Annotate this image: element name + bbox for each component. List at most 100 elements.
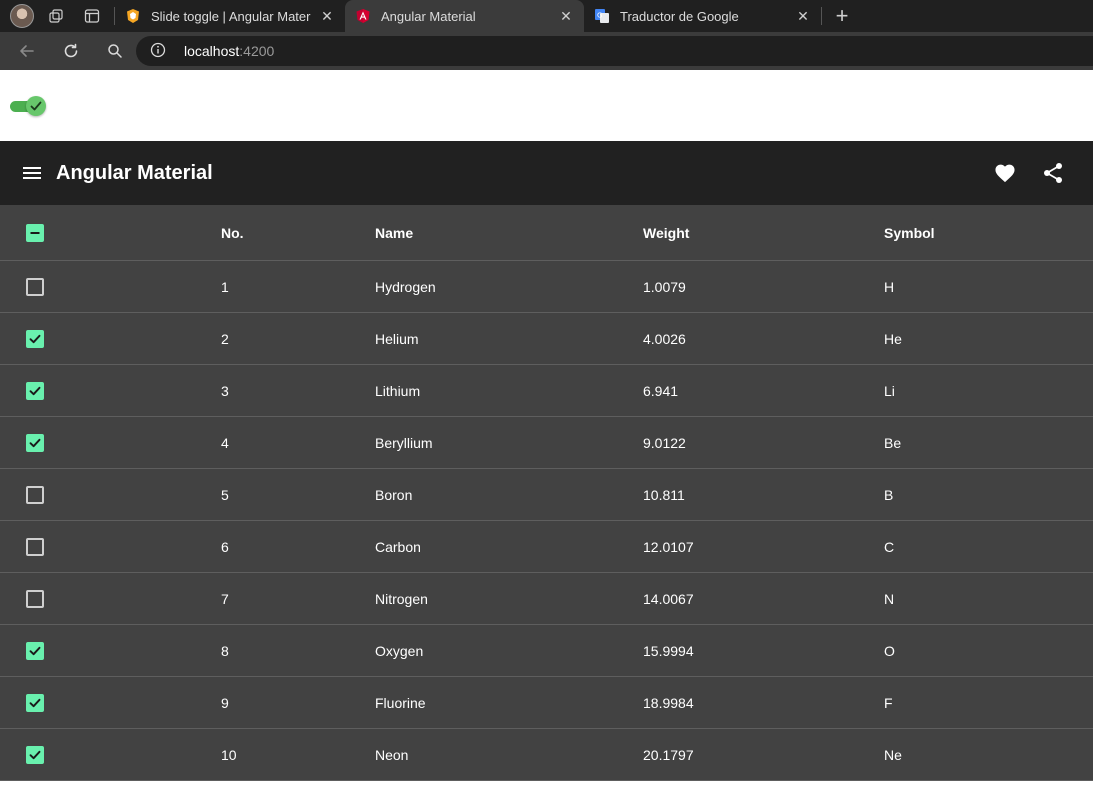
close-icon[interactable]: ✕ <box>795 8 811 25</box>
close-icon[interactable]: ✕ <box>558 8 574 25</box>
header-weight[interactable]: Weight <box>643 225 689 241</box>
row-select-cell[interactable] <box>26 433 44 452</box>
cell-no: 6 <box>221 538 229 555</box>
info-icon[interactable] <box>150 42 172 61</box>
cell-symbol: Be <box>884 434 902 451</box>
google-translate-favicon: G <box>594 8 610 24</box>
table-row[interactable]: 6 Carbon 12.0107 C <box>0 521 1093 573</box>
cell-weight: 1.0079 <box>643 278 686 295</box>
row-checkbox[interactable] <box>26 329 44 348</box>
row-checkbox[interactable] <box>26 693 44 712</box>
table-row[interactable]: 10 Neon 20.1797 Ne <box>0 729 1093 781</box>
tab-title: Traductor de Google <box>620 8 739 24</box>
cell-no: 3 <box>221 382 229 399</box>
cell-no: 4 <box>221 434 229 451</box>
reload-icon[interactable] <box>54 36 88 66</box>
cell-name: Boron <box>375 486 413 503</box>
cell-symbol: C <box>884 538 895 555</box>
tab-title: Angular Material <box>381 8 476 24</box>
cell-no: 5 <box>221 486 229 503</box>
table-row[interactable]: 5 Boron 10.811 B <box>0 469 1093 521</box>
check-icon <box>29 386 41 395</box>
header-symbol[interactable]: Symbol <box>884 225 935 241</box>
favorite-icon[interactable] <box>981 149 1029 197</box>
row-select-cell[interactable] <box>26 589 44 608</box>
table-row[interactable]: 2 Helium 4.0026 He <box>0 313 1093 365</box>
cell-name: Oxygen <box>375 642 424 659</box>
close-icon[interactable]: ✕ <box>319 8 335 25</box>
row-checkbox[interactable] <box>26 537 44 556</box>
cell-symbol: He <box>884 330 902 347</box>
elements-table: No. Name Weight Symbol 1 Hydrogen 1.0079 H 2… <box>0 205 1093 781</box>
share-icon[interactable] <box>1029 149 1077 197</box>
cell-weight: 14.0067 <box>643 590 694 607</box>
row-select-cell[interactable] <box>26 745 44 764</box>
cell-weight: 9.0122 <box>643 434 686 451</box>
row-select-cell[interactable] <box>26 641 44 660</box>
svg-text:G: G <box>597 12 602 20</box>
row-select-cell[interactable] <box>26 485 44 504</box>
cell-name: Neon <box>375 746 409 763</box>
row-select-cell[interactable] <box>26 381 44 400</box>
check-icon <box>29 646 41 655</box>
row-checkbox[interactable] <box>26 433 44 452</box>
table-row[interactable]: 1 Hydrogen 1.0079 H <box>0 261 1093 313</box>
cell-no: 2 <box>221 330 229 347</box>
cell-symbol: Ne <box>884 746 902 763</box>
table-row[interactable]: 3 Lithium 6.941 Li <box>0 365 1093 417</box>
cell-symbol: Li <box>884 382 895 399</box>
header-name[interactable]: Name <box>375 225 413 241</box>
row-select-cell[interactable] <box>26 329 44 348</box>
cell-name: Helium <box>375 330 419 347</box>
cell-name: Fluorine <box>375 694 426 711</box>
cell-symbol: O <box>884 642 895 659</box>
search-icon[interactable] <box>98 36 132 66</box>
row-select-cell[interactable] <box>26 277 44 296</box>
header-no[interactable]: No. <box>221 225 244 241</box>
tab-title: Slide toggle | Angular Material <box>151 8 311 24</box>
cell-no: 10 <box>221 746 237 763</box>
cell-no: 9 <box>221 694 229 711</box>
cell-weight: 20.1797 <box>643 746 694 763</box>
select-all-checkbox[interactable] <box>26 223 44 242</box>
slide-toggle-container <box>0 70 1093 141</box>
row-checkbox[interactable] <box>26 745 44 764</box>
back-icon[interactable] <box>10 36 44 66</box>
cell-name: Beryllium <box>375 434 433 451</box>
check-icon <box>29 334 41 343</box>
table-row[interactable]: 8 Oxygen 15.9994 O <box>0 625 1093 677</box>
slide-toggle-thumb[interactable] <box>26 96 46 116</box>
new-tab-icon[interactable]: + <box>830 3 854 29</box>
angular-favicon <box>355 8 371 24</box>
row-checkbox[interactable] <box>26 381 44 400</box>
row-checkbox[interactable] <box>26 485 44 504</box>
check-icon <box>30 101 42 111</box>
table-header-row: No. Name Weight Symbol <box>0 205 1093 261</box>
checkbox-indeterminate[interactable] <box>26 223 44 242</box>
angular-material-favicon <box>125 8 141 24</box>
tab-slide-toggle[interactable]: Slide toggle | Angular Material ✕ <box>115 0 345 32</box>
cell-weight: 15.9994 <box>643 642 694 659</box>
page-content: Angular Material No. Name Weight Symbol … <box>0 70 1093 811</box>
row-select-cell[interactable] <box>26 693 44 712</box>
row-checkbox[interactable] <box>26 589 44 608</box>
table-row[interactable]: 4 Beryllium 9.0122 Be <box>0 417 1093 469</box>
row-checkbox[interactable] <box>26 277 44 296</box>
profile-avatar[interactable] <box>10 4 34 28</box>
tab-google-translate[interactable]: G Traductor de Google ✕ <box>584 0 821 32</box>
cell-symbol: H <box>884 278 895 295</box>
url-field[interactable]: localhost:4200 <box>136 36 1093 66</box>
url-port: :4200 <box>239 43 275 59</box>
cell-symbol: N <box>884 590 895 607</box>
cell-name: Lithium <box>375 382 421 399</box>
menu-icon[interactable] <box>8 149 56 197</box>
tab-angular-material[interactable]: Angular Material ✕ <box>345 0 584 32</box>
check-icon <box>29 750 41 759</box>
toolbar-title: Angular Material <box>56 161 213 184</box>
row-select-cell[interactable] <box>26 537 44 556</box>
workspaces-icon[interactable] <box>42 2 70 30</box>
table-row[interactable]: 9 Fluorine 18.9984 F <box>0 677 1093 729</box>
row-checkbox[interactable] <box>26 641 44 660</box>
tab-actions-icon[interactable] <box>78 2 106 30</box>
table-row[interactable]: 7 Nitrogen 14.0067 N <box>0 573 1093 625</box>
